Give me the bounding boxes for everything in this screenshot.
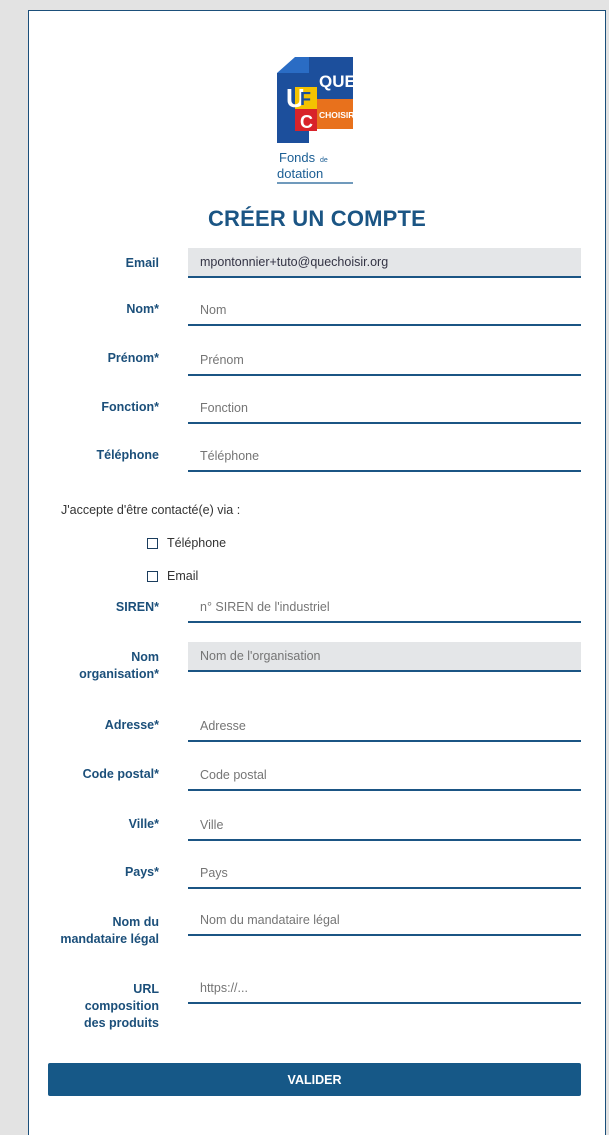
fonction-input[interactable] — [188, 394, 581, 424]
svg-text:QUE: QUE — [319, 72, 356, 91]
prenom-input[interactable] — [188, 346, 581, 376]
page-title: CRÉER UN COMPTE — [207, 206, 427, 231]
siren-input[interactable] — [188, 593, 581, 623]
url-input[interactable] — [188, 974, 581, 1004]
url-label: URL composition des produits — [83, 982, 159, 1030]
org-name-field[interactable] — [188, 642, 581, 672]
org-label: Nom organisation* — [79, 650, 159, 681]
nom-label: Nom* — [126, 302, 159, 316]
ufc-que-choisir-logo: U F C QUE CHOISIR Fonds de dotation — [277, 57, 356, 184]
nom-input[interactable] — [188, 296, 581, 326]
consent-phone-label: Téléphone — [167, 536, 227, 550]
svg-text:F: F — [300, 89, 311, 109]
svg-text:Fonds: Fonds — [279, 150, 316, 165]
email-field[interactable] — [188, 248, 581, 278]
consent-email-checkbox[interactable] — [147, 570, 158, 582]
telephone-input[interactable] — [188, 442, 581, 472]
mandataire-input[interactable] — [188, 906, 581, 936]
adresse-label: Adresse* — [104, 718, 159, 732]
cp-label: Code postal* — [82, 767, 159, 781]
fonction-label: Fonction* — [101, 400, 159, 414]
adresse-input[interactable] — [188, 712, 581, 742]
pays-input[interactable] — [188, 859, 581, 889]
submit-button[interactable]: VALIDER — [48, 1063, 581, 1096]
svg-text:C: C — [300, 112, 313, 132]
siren-label: SIREN* — [115, 600, 159, 614]
signup-card: U F C QUE CHOISIR Fonds de dotation CRÉE… — [28, 10, 606, 1135]
svg-text:de: de — [320, 157, 328, 164]
ville-input[interactable] — [188, 811, 581, 841]
mandataire-label: Nom du mandataire légal — [60, 915, 159, 946]
consent-phone-checkbox[interactable] — [147, 537, 158, 549]
pays-label: Pays* — [124, 865, 159, 879]
ville-label: Ville* — [128, 817, 159, 831]
svg-text:dotation: dotation — [277, 166, 323, 181]
prenom-label: Prénom* — [107, 351, 159, 365]
cp-input[interactable] — [188, 761, 581, 791]
telephone-label: Téléphone — [96, 448, 159, 462]
consent-email-label: Email — [167, 569, 199, 583]
svg-text:CHOISIR: CHOISIR — [319, 110, 354, 120]
consent-phone-option[interactable]: Téléphone — [147, 536, 226, 550]
consent-text: J'accepte d'être contacté(e) via : — [61, 503, 241, 517]
email-label: Email — [125, 256, 159, 270]
consent-email-option[interactable]: Email — [147, 569, 198, 583]
